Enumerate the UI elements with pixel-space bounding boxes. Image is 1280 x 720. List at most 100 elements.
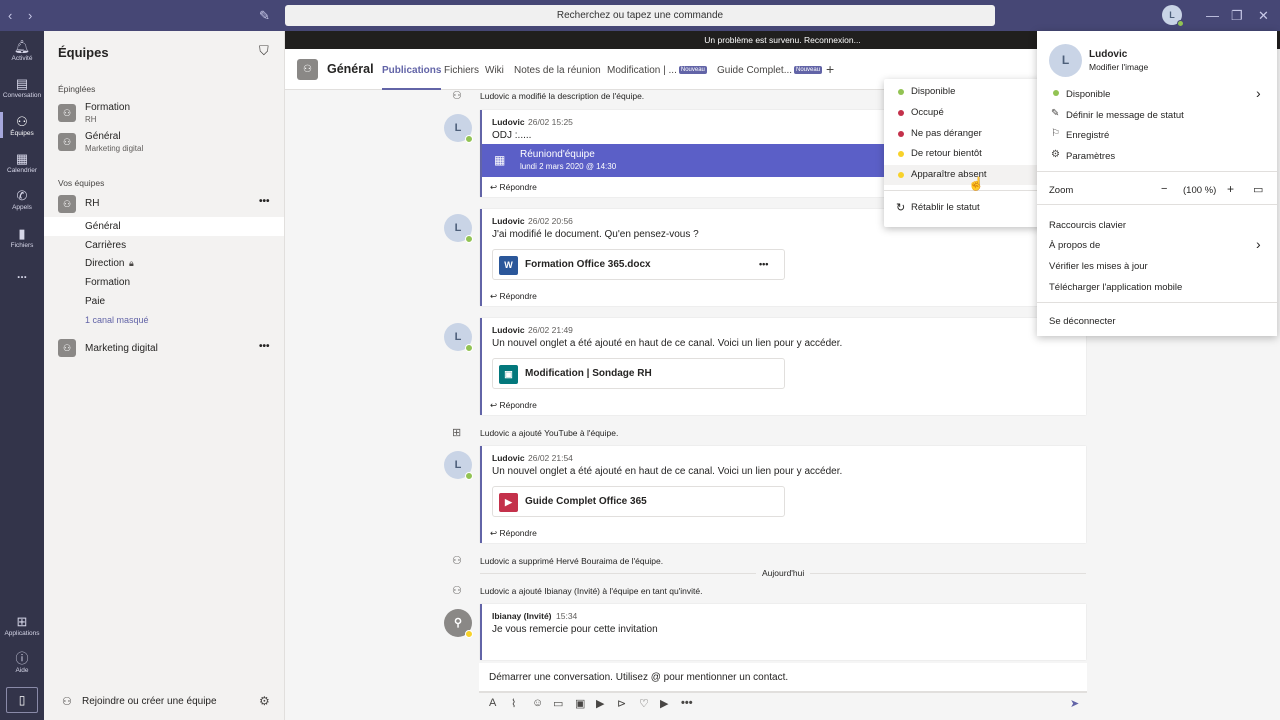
rail-label: Calendrier — [7, 167, 37, 174]
rail-activity[interactable]: 🔔︎ Activité — [0, 40, 44, 63]
tab-meeting-notes[interactable]: Notes de la réunion — [514, 65, 601, 76]
reply-button[interactable]: ↩ Répondre — [490, 528, 537, 539]
message-card: Ludovic 26/02 21:49 Un nouvel onglet a é… — [480, 318, 1086, 415]
guest-avatar[interactable]: ⚲ — [444, 609, 473, 638]
chevron-right-icon[interactable]: › — [1256, 85, 1261, 101]
status-selector[interactable]: Disponible — [1066, 89, 1110, 100]
channel-general[interactable]: Général — [85, 221, 121, 232]
meeting-card[interactable]: ▦ Réuniond'équipe lundi 2 mars 2020 @ 14… — [482, 144, 886, 177]
download-mobile-button[interactable]: Télécharger l'application mobile — [1049, 282, 1182, 293]
send-icon[interactable]: ➤ — [1070, 697, 1079, 710]
team-rh[interactable]: RH — [85, 198, 99, 209]
reply-button[interactable]: ↩ Répondre — [490, 182, 537, 193]
status-message-button[interactable]: Définir le message de statut — [1066, 110, 1184, 121]
minimize-icon[interactable]: — — [1206, 0, 1219, 31]
status-dnd[interactable]: Ne pas déranger — [884, 124, 1043, 144]
zoom-out-button[interactable]: − — [1161, 183, 1167, 195]
channel-carrieres[interactable]: Carrières — [85, 240, 126, 251]
sticker-icon[interactable]: ▣ — [575, 697, 585, 710]
avatar[interactable]: L — [444, 214, 473, 243]
link-label: Modification | Sondage RH — [525, 368, 652, 379]
rail-calendar[interactable]: ▦ Calendrier — [0, 152, 44, 175]
more-options-icon[interactable]: ••• — [259, 341, 270, 352]
channel-formation[interactable]: Formation — [85, 277, 130, 288]
emoji-icon[interactable]: ☺ — [532, 697, 543, 709]
meet-now-icon[interactable]: ▶ — [596, 697, 604, 710]
rail-chat[interactable]: ▤ Conversation — [0, 77, 44, 100]
tab-modification[interactable]: Modification | ... Nouveau — [607, 65, 707, 76]
chevron-right-icon[interactable]: › — [1256, 236, 1261, 252]
shortcuts-button[interactable]: Raccourcis clavier — [1049, 220, 1126, 231]
check-updates-button[interactable]: Vérifier les mises à jour — [1049, 261, 1148, 272]
tab-link-card[interactable]: ▣ Modification | Sondage RH — [492, 358, 785, 389]
profile-avatar[interactable]: L — [1049, 44, 1082, 77]
gif-icon[interactable]: ▭ — [553, 697, 563, 710]
more-options-icon[interactable]: ••• — [681, 697, 693, 709]
tab-files[interactable]: Fichiers — [444, 65, 479, 76]
attach-icon[interactable]: ⌇ — [511, 697, 516, 710]
saved-button[interactable]: Enregistré — [1066, 130, 1109, 141]
system-message: Ludovic a ajouté YouTube à l'équipe. — [480, 428, 619, 438]
gear-icon[interactable]: ⚙ — [259, 694, 270, 708]
rail-teams[interactable]: ⚇ Équipes — [0, 112, 44, 138]
file-attachment[interactable]: W Formation Office 365.docx ••• — [492, 249, 785, 280]
tab-publications[interactable]: Publications — [382, 65, 442, 90]
hidden-channels-link[interactable]: 1 canal masqué — [85, 315, 149, 325]
youtube-icon: ▶ — [499, 493, 518, 512]
fit-screen-icon[interactable]: ▭ — [1253, 183, 1263, 196]
message-text: J'ai modifié le document. Qu'en pensez-v… — [492, 229, 699, 240]
tab-wiki[interactable]: Wiki — [485, 65, 504, 76]
channel-direction[interactable]: Direction — [85, 258, 124, 269]
compose-icon[interactable]: ✎ — [259, 0, 270, 31]
tab-label: Guide Complet... — [717, 65, 793, 76]
praise-icon[interactable]: ♡ — [639, 697, 649, 710]
status-dot-icon — [465, 472, 473, 480]
add-tab-button[interactable]: + — [826, 61, 834, 77]
status-away[interactable]: Apparaître absent — [884, 165, 1043, 185]
maximize-icon[interactable]: ❐ — [1231, 0, 1243, 31]
back-arrow-icon[interactable]: ‹ — [8, 0, 12, 31]
channel-title: Général — [327, 62, 374, 76]
close-icon[interactable]: ✕ — [1258, 0, 1269, 31]
reply-label: Répondre — [499, 400, 537, 410]
user-avatar[interactable]: L — [1162, 5, 1184, 27]
format-icon[interactable]: A — [489, 697, 496, 709]
settings-button[interactable]: Paramètres — [1066, 151, 1115, 162]
rail-more[interactable]: ... — [0, 267, 44, 281]
avatar[interactable]: L — [444, 323, 473, 352]
zoom-in-button[interactable]: + — [1227, 182, 1234, 196]
reply-button[interactable]: ↩ Répondre — [490, 400, 537, 411]
tab-link-card[interactable]: ▶ Guide Complet Office 365 — [492, 486, 785, 517]
avatar[interactable]: L — [444, 451, 473, 480]
stream-icon[interactable]: ⊳ — [617, 697, 626, 710]
more-options-icon[interactable]: ••• — [259, 196, 270, 207]
status-busy[interactable]: Occupé — [884, 103, 1043, 123]
join-team-button[interactable]: Rejoindre ou créer une équipe — [82, 696, 217, 707]
device-icon[interactable]: ▯ — [6, 687, 38, 713]
reply-button[interactable]: ↩ Répondre — [490, 291, 537, 302]
reset-status-button[interactable]: ↻ Rétablir le statut — [884, 198, 1043, 218]
change-image-link[interactable]: Modifier l'image — [1089, 62, 1148, 72]
rail-files[interactable]: ▮ Fichiers — [0, 227, 44, 250]
rail-calls[interactable]: ✆ Appels — [0, 189, 44, 212]
tab-guide[interactable]: Guide Complet... Nouveau — [717, 65, 823, 76]
rail-help[interactable]: ⓘ Aide — [0, 652, 44, 675]
status-available[interactable]: Disponible — [884, 82, 1043, 102]
forward-arrow-icon[interactable]: › — [28, 0, 32, 31]
youtube-icon[interactable]: ▶ — [660, 697, 668, 710]
search-input[interactable]: Recherchez ou tapez une commande — [285, 5, 995, 26]
more-options-icon[interactable]: ••• — [759, 259, 768, 269]
pinned-team-name[interactable]: Formation — [85, 102, 130, 113]
teams-icon: ⚇ — [16, 114, 28, 129]
status-brb[interactable]: De retour bientôt — [884, 144, 1043, 164]
calendar-icon: ▦ — [494, 153, 506, 167]
avatar[interactable]: L — [444, 114, 473, 143]
rail-apps[interactable]: ⊞ Applications — [0, 615, 44, 638]
compose-input[interactable]: Démarrer une conversation. Utilisez @ po… — [479, 663, 1087, 693]
about-button[interactable]: À propos de — [1049, 240, 1100, 251]
pinned-team-name[interactable]: Général — [85, 131, 121, 142]
sign-out-button[interactable]: Se déconnecter — [1049, 316, 1116, 327]
filter-icon[interactable]: ⛉ — [259, 43, 269, 59]
team-marketing[interactable]: Marketing digital — [85, 343, 158, 354]
channel-paie[interactable]: Paie — [85, 296, 105, 307]
